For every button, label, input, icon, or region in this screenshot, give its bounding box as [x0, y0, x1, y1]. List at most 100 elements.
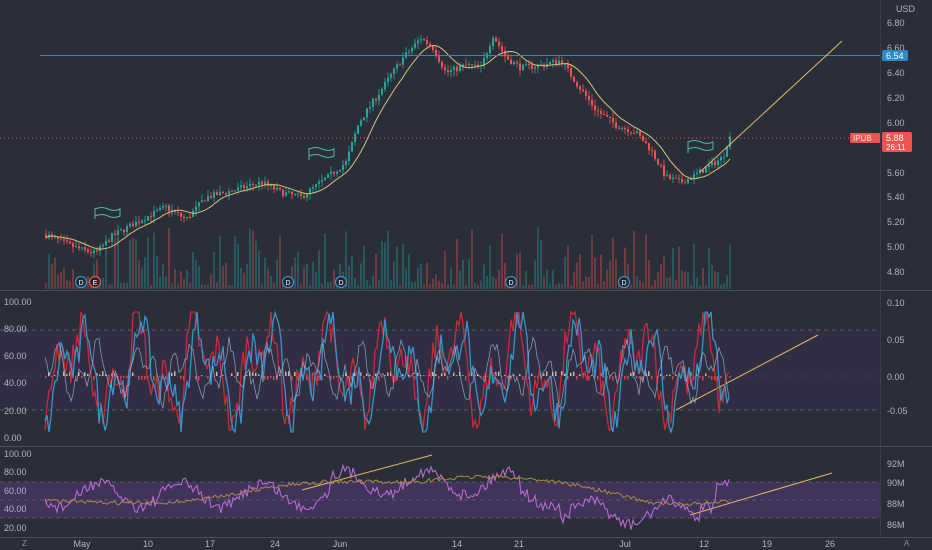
- candle-body: [138, 221, 140, 223]
- histogram-bar: [447, 376, 449, 380]
- candle-body: [72, 243, 74, 247]
- candle-body: [123, 229, 125, 233]
- candle-body: [684, 182, 686, 184]
- candle-body: [639, 131, 641, 136]
- candle-body: [618, 127, 620, 129]
- volume-bar: [384, 242, 386, 289]
- volume-bar: [573, 271, 575, 289]
- volume-bar: [321, 283, 323, 289]
- candle-body: [234, 190, 236, 192]
- histogram-bar: [132, 372, 134, 376]
- volume-bar: [318, 250, 320, 289]
- volume-bar: [309, 284, 311, 289]
- volume-bar: [183, 278, 185, 289]
- volume-bar: [693, 243, 695, 289]
- histogram-bar: [75, 376, 77, 381]
- candle-body: [519, 63, 521, 71]
- histogram-bar: [54, 375, 56, 376]
- stock-chart[interactable]: DEDDDD 6.806.606.406.206.005.805.605.405…: [0, 0, 932, 550]
- candle-body: [87, 249, 89, 252]
- histogram-bar: [255, 372, 257, 376]
- candle-body: [225, 192, 227, 195]
- volume-bar: [585, 276, 587, 289]
- candle-body: [102, 245, 104, 247]
- candle-body: [393, 68, 395, 74]
- candle-body: [336, 171, 338, 174]
- candle-body: [189, 216, 191, 218]
- candle-body: [705, 167, 707, 173]
- histogram-bar: [729, 376, 731, 378]
- candle-body: [405, 52, 407, 58]
- histogram-bar: [138, 376, 140, 380]
- volume-bar: [729, 244, 731, 289]
- histogram-bar: [531, 373, 533, 376]
- volume-bar: [411, 282, 413, 289]
- candle-body: [441, 61, 443, 68]
- candle-body: [312, 187, 314, 189]
- histogram-bar: [450, 376, 452, 377]
- histogram-bar: [423, 375, 425, 376]
- candle-body: [180, 212, 182, 217]
- histogram-bar: [597, 376, 599, 380]
- candle-body: [93, 250, 95, 254]
- candle-body: [195, 206, 197, 211]
- volume-bar: [129, 239, 131, 289]
- histogram-bar: [666, 374, 668, 376]
- volume-bar: [570, 284, 572, 289]
- candle-body: [531, 64, 533, 69]
- candle-body: [414, 43, 416, 48]
- histogram-bar: [126, 376, 128, 379]
- histogram-bar: [366, 373, 368, 376]
- volume-bar: [297, 251, 299, 289]
- candle-body: [381, 88, 383, 95]
- candle-body: [651, 150, 653, 152]
- volume-bar: [378, 280, 380, 289]
- histogram-bar: [435, 374, 437, 376]
- volume-bar: [267, 268, 269, 289]
- oscillator-left-tick: 20.00: [4, 406, 27, 416]
- histogram-bar: [564, 373, 566, 376]
- volume-bar: [456, 239, 458, 289]
- volume-bar: [273, 282, 275, 289]
- volume-bar: [408, 254, 410, 289]
- histogram-bar: [237, 372, 239, 376]
- histogram-bar: [402, 374, 404, 376]
- time-tick-label: 26: [825, 539, 835, 549]
- candle-body: [396, 64, 398, 69]
- volume-bar: [210, 274, 212, 289]
- volume-bar: [648, 259, 650, 289]
- candle-body: [408, 51, 410, 53]
- candle-body: [717, 160, 719, 166]
- histogram-bar: [363, 376, 365, 379]
- volume-bar: [666, 277, 668, 289]
- histogram-bar: [579, 374, 581, 376]
- candle-body: [723, 156, 725, 158]
- histogram-bar: [288, 371, 290, 376]
- volume-bar: [555, 284, 557, 289]
- candle-body: [198, 202, 200, 207]
- price-tick-label: 6.40: [887, 68, 905, 78]
- price-tick-label: 5.20: [887, 217, 905, 227]
- event-marker-label: D: [285, 280, 290, 287]
- volume-bar: [159, 277, 161, 289]
- histogram-bar: [555, 371, 557, 376]
- candle-body: [660, 164, 662, 166]
- histogram-bar: [456, 375, 458, 376]
- histogram-bar: [84, 372, 86, 376]
- volume-bar: [552, 269, 554, 289]
- volume-bar: [549, 283, 551, 289]
- volume-bar: [390, 280, 392, 289]
- candle-body: [144, 220, 146, 222]
- event-marker-label: D: [338, 280, 343, 287]
- oscillator-left-tick: 100.00: [4, 297, 32, 307]
- candle-body: [387, 77, 389, 82]
- histogram-bar: [612, 376, 614, 381]
- volume-bar: [270, 275, 272, 289]
- volume-bar: [705, 284, 707, 289]
- time-axis[interactable]: [0, 538, 932, 550]
- candle-body: [645, 141, 647, 144]
- volume-bar: [348, 265, 350, 289]
- candle-body: [378, 94, 380, 101]
- candle-body: [570, 68, 572, 77]
- volume-bar: [504, 262, 506, 289]
